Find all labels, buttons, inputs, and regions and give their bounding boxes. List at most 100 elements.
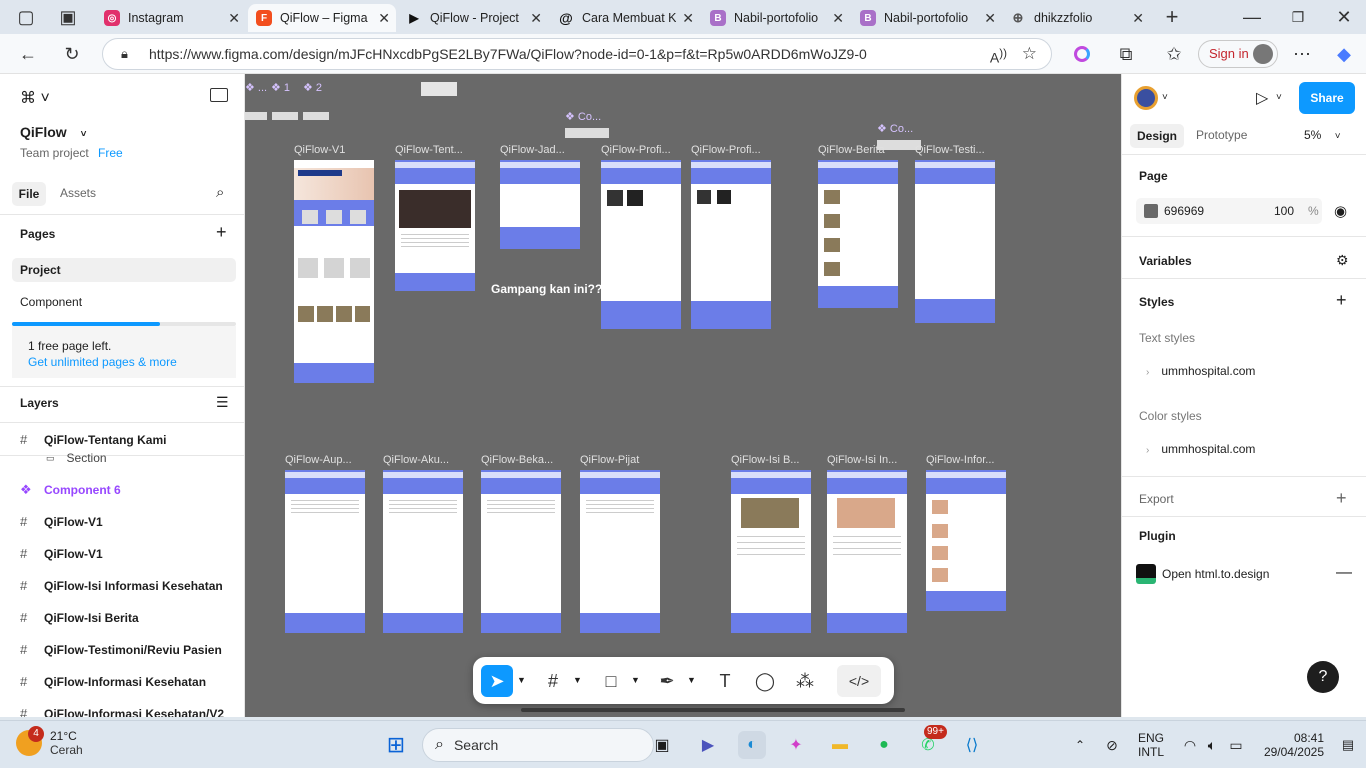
layer-item[interactable]: ❖ Component 6 — [20, 482, 121, 498]
page-component[interactable]: Component — [20, 295, 82, 309]
chevron-down-icon[interactable]: ▼ — [687, 675, 696, 685]
share-button[interactable]: Share — [1299, 82, 1355, 114]
panel-toggle-icon[interactable] — [210, 88, 228, 102]
tab-design[interactable]: Design — [1130, 124, 1184, 148]
layer-item[interactable]: ▭ Section — [46, 451, 107, 465]
add-style-icon[interactable]: + — [1336, 290, 1347, 311]
variables-settings-icon[interactable]: ⚙ — [1336, 252, 1349, 269]
close-icon[interactable]: ✕ — [228, 10, 240, 27]
frame-qiflow-profil-1[interactable] — [601, 160, 681, 329]
text-style-item[interactable]: › ummhospital.com — [1146, 364, 1255, 378]
copilot-icon[interactable]: ◆ — [1332, 42, 1356, 66]
frame-label[interactable]: QiFlow-V1 — [294, 144, 345, 156]
color-style-item[interactable]: › ummhospital.com — [1146, 442, 1255, 456]
frame-qiflow-isi-berita[interactable] — [731, 470, 811, 633]
frame-label[interactable]: QiFlow-Jad... — [500, 144, 565, 156]
frame-label[interactable]: QiFlow-Testi... — [915, 144, 985, 156]
notifications-icon[interactable]: ▤ — [1334, 731, 1362, 759]
layer-item[interactable]: # QiFlow-Testimoni/Reviu Pasien — [20, 642, 222, 657]
more-icon[interactable]: ⋯ — [1290, 42, 1314, 66]
component-label[interactable]: ❖ ... — [245, 81, 267, 94]
tab-instagram[interactable]: ◎ Instagram ✕ — [96, 4, 246, 32]
dev-mode-toggle[interactable]: </> — [837, 665, 881, 697]
move-tool-button[interactable]: ➤ — [481, 665, 513, 697]
frame-qiflow-jadwal[interactable] — [500, 160, 580, 249]
refresh-icon[interactable]: ↻ — [60, 42, 84, 66]
zoom-dropdown[interactable]: 5% ˅ — [1304, 128, 1341, 142]
tab-prototype[interactable]: Prototype — [1196, 128, 1247, 142]
meet-icon[interactable]: ▶ — [694, 731, 722, 759]
page-color-field[interactable]: 696969 100 % — [1136, 198, 1322, 224]
layer-item[interactable]: # QiFlow-Tentang Kami — [20, 432, 166, 447]
frame-qiflow-bekam[interactable] — [481, 470, 561, 633]
export-title[interactable]: Export — [1139, 492, 1174, 506]
tab-actions-icon[interactable]: ▣ — [56, 5, 80, 29]
chevron-down-icon[interactable]: ▼ — [517, 675, 526, 685]
present-icon[interactable]: ▷ — [1256, 88, 1268, 108]
tab-nabil-2[interactable]: B Nabil-portofolio ✕ — [852, 4, 1002, 32]
page-project[interactable]: Project — [12, 258, 236, 282]
eye-icon[interactable]: ◉ — [1334, 202, 1347, 220]
avatar[interactable] — [1134, 86, 1158, 110]
frame-label[interactable]: QiFlow-Pijat — [580, 454, 639, 466]
mini-component[interactable] — [272, 112, 298, 120]
workspaces-icon[interactable]: ▢ — [14, 5, 38, 29]
frame-label[interactable]: QiFlow-Berita — [818, 144, 885, 156]
chevron-down-icon[interactable]: ˅ — [1162, 92, 1168, 103]
spotify-icon[interactable]: ● — [870, 731, 898, 759]
frame-label[interactable]: QiFlow-Tent... — [395, 144, 463, 156]
close-icon[interactable]: ✕ — [378, 10, 390, 27]
add-export-icon[interactable]: + — [1336, 488, 1347, 509]
whatsapp-icon[interactable]: ✆ 99+ — [914, 725, 947, 759]
figma-menu-icon[interactable]: ⌘ ˅ — [20, 88, 50, 108]
frame-qiflow-v1[interactable] — [294, 160, 374, 383]
copilot-app-icon[interactable]: ✦ — [782, 731, 810, 759]
back-icon[interactable]: ← — [16, 42, 40, 66]
horizontal-scrollbar[interactable] — [521, 708, 905, 712]
file-name[interactable]: QiFlow ˅ — [20, 124, 86, 140]
close-icon[interactable]: ✕ — [682, 10, 694, 27]
tab-file[interactable]: File — [12, 182, 46, 206]
task-view-icon[interactable]: ▣ — [648, 731, 676, 759]
restore-icon[interactable]: ❐ — [1286, 5, 1310, 29]
mini-component[interactable] — [303, 112, 329, 120]
favorite-star-icon[interactable]: ☆ — [1022, 39, 1037, 69]
frame-qiflow-pijat[interactable] — [580, 470, 660, 633]
close-icon[interactable]: ✕ — [832, 10, 844, 27]
tab-figma[interactable]: F QiFlow – Figma ✕ — [248, 4, 396, 32]
network-off-icon[interactable]: ⊘ — [1098, 731, 1126, 759]
vscode-icon[interactable]: ⟨⟩ — [958, 731, 986, 759]
search-icon[interactable]: ⌕ — [216, 184, 224, 201]
mini-component[interactable] — [565, 128, 609, 138]
frame-tool-button[interactable]: # — [537, 665, 569, 697]
clock[interactable]: 08:41 29/04/2025 — [1262, 731, 1324, 759]
battery-icon[interactable]: ▭ — [1222, 731, 1250, 759]
component-label[interactable]: ❖ 1 — [271, 81, 290, 94]
component-label[interactable]: ❖ Co... — [877, 122, 913, 135]
pen-tool-button[interactable]: ✒ — [651, 665, 683, 697]
close-icon[interactable]: ✕ — [984, 10, 996, 27]
taskbar-search[interactable]: ⌕ Search — [422, 728, 654, 762]
language-indicator[interactable]: ENG INTL — [1138, 731, 1164, 759]
variables-title[interactable]: Variables — [1139, 254, 1192, 268]
tab-cara-membuat[interactable]: @ Cara Membuat K ✕ — [550, 4, 700, 32]
tray-chevron-icon[interactable]: ⌃ — [1066, 731, 1094, 759]
layer-item[interactable]: # QiFlow-Isi Berita — [20, 610, 139, 625]
window-close-icon[interactable]: ✕ — [1332, 5, 1356, 29]
frame-label[interactable]: QiFlow-Infor... — [926, 454, 994, 466]
favorites-icon[interactable]: ✩ — [1162, 42, 1186, 66]
collapse-plugin-icon[interactable]: — — [1336, 564, 1352, 582]
text-tool-button[interactable]: T — [709, 665, 741, 697]
sign-in-button[interactable]: Sign in — [1198, 40, 1278, 68]
close-icon[interactable]: ✕ — [1132, 10, 1144, 27]
frame-qiflow-testimoni[interactable] — [915, 160, 995, 323]
layer-item[interactable]: # QiFlow-Isi Informasi Kesehatan — [20, 578, 223, 593]
frame-qiflow-akupresur[interactable] — [285, 470, 365, 633]
add-page-icon[interactable]: + — [216, 222, 227, 243]
minimize-icon[interactable]: — — [1240, 5, 1264, 29]
mini-component[interactable] — [245, 112, 267, 120]
frame-label[interactable]: QiFlow-Aup... — [285, 454, 352, 466]
layers-collapse-icon[interactable]: ☰ — [216, 394, 229, 411]
read-aloud-icon[interactable]: A)) — [990, 39, 1007, 73]
close-icon[interactable]: ✕ — [530, 10, 542, 27]
